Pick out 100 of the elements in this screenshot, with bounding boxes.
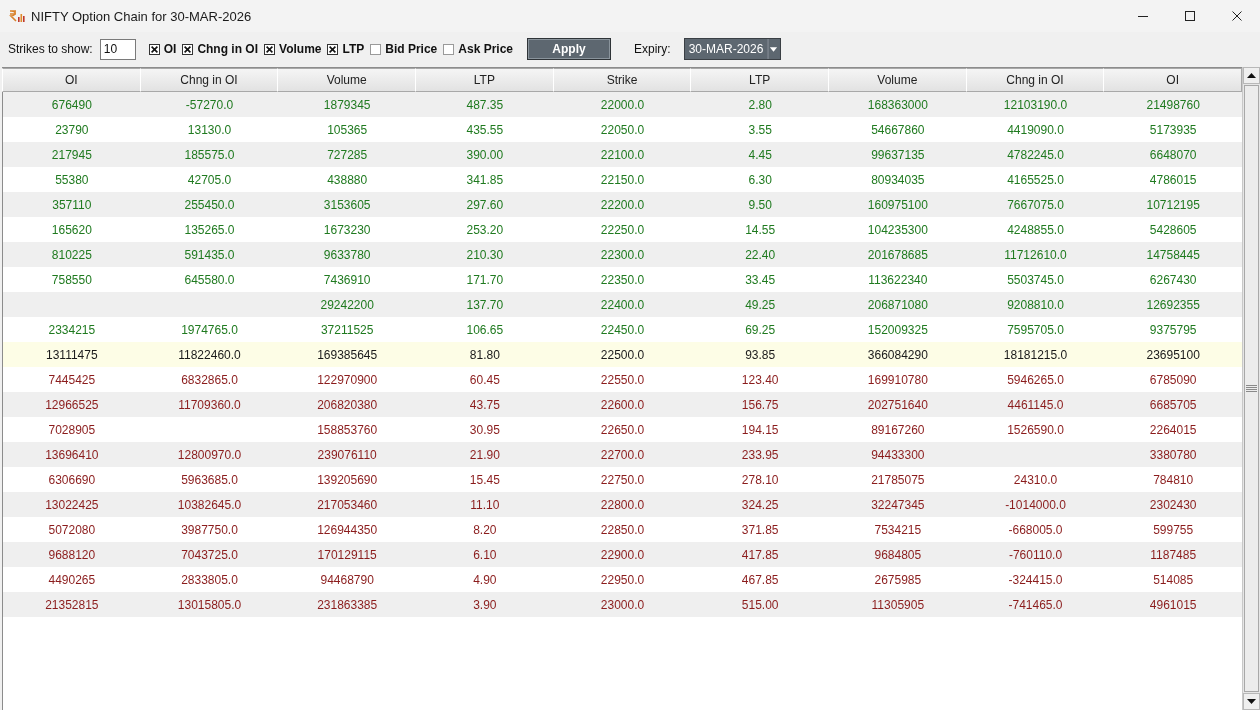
table-cell: 22750.0 — [600, 472, 645, 487]
table-cell: 255450.0 — [184, 197, 235, 212]
apply-button[interactable]: Apply — [527, 38, 611, 60]
table-cell: 14.55 — [745, 222, 776, 237]
table-cell: 5963685.0 — [181, 472, 238, 487]
table-cell: 5072080 — [48, 522, 96, 537]
table-cell: 253.20 — [466, 222, 504, 237]
column-header[interactable]: LTP — [415, 68, 554, 92]
table-cell: 15.45 — [469, 472, 500, 487]
table-cell: 169910780 — [867, 372, 928, 387]
close-icon — [1231, 11, 1242, 21]
table-cell: 69.25 — [745, 322, 776, 337]
table-cell: 2334215 — [48, 322, 96, 337]
table-cell: 22800.0 — [600, 497, 645, 512]
column-checkbox[interactable]: LTP — [327, 42, 365, 56]
table-cell: 201678685 — [867, 247, 928, 262]
scroll-down-button[interactable] — [1243, 693, 1260, 710]
table-cell: 6785090 — [1149, 372, 1197, 387]
table-cell: 10712195 — [1146, 197, 1200, 212]
table-cell: 165620 — [51, 222, 92, 237]
table-cell: 22050.0 — [600, 122, 645, 137]
table-cell: 22450.0 — [600, 322, 645, 337]
column-header[interactable]: Strike — [552, 68, 692, 92]
column-checkbox[interactable]: Ask Price — [443, 42, 513, 56]
table-cell: 9.50 — [748, 197, 772, 212]
table-cell: 42705.0 — [187, 172, 232, 187]
table-cell: 417.85 — [741, 547, 779, 562]
table-cell: 6685705 — [1149, 397, 1197, 412]
column-checkbox[interactable]: OI — [148, 42, 177, 56]
table-cell: 21.90 — [469, 447, 500, 462]
table-cell: 7436910 — [323, 272, 371, 287]
table-cell: 23000.0 — [600, 597, 645, 612]
column-header[interactable]: OI — [2, 68, 141, 92]
table-cell: 13130.0 — [187, 122, 232, 137]
minimize-icon — [1137, 15, 1148, 17]
table-cell: 2.80 — [748, 97, 772, 112]
expiry-dropdown[interactable]: 30-MAR-2026 — [683, 38, 782, 60]
table-cell: 23790 — [55, 122, 89, 137]
table-cell: 278.10 — [741, 472, 779, 487]
table-cell: 645580.0 — [184, 272, 235, 287]
table-cell: -1014000.0 — [1005, 497, 1066, 512]
table-cell: 2302430 — [1149, 497, 1197, 512]
column-checkbox[interactable]: Bid Price — [370, 42, 438, 56]
strikes-label: Strikes to show: — [8, 42, 93, 56]
table-cell: 94433300 — [871, 447, 925, 462]
column-header[interactable]: Volume — [828, 68, 967, 92]
table-cell: 11822460.0 — [178, 347, 241, 362]
table-cell: 7043725.0 — [181, 547, 238, 562]
column-header[interactable]: OI — [1103, 68, 1242, 92]
table-cell: 8.20 — [473, 522, 497, 537]
table-cell: 94468790 — [320, 572, 374, 587]
table-cell: 30.95 — [469, 422, 500, 437]
table-cell: 4248855.0 — [1007, 222, 1064, 237]
table-cell: 599755 — [1153, 522, 1194, 537]
table-cell: 170129115 — [317, 547, 377, 562]
column-header[interactable]: Volume — [277, 68, 416, 92]
table-cell: 6.30 — [748, 172, 772, 187]
table-cell: 113622340 — [868, 272, 928, 287]
table-cell: 185575.0 — [184, 147, 235, 162]
strikes-input[interactable]: 10 — [99, 38, 136, 60]
column-header[interactable]: LTP — [690, 68, 829, 92]
table-cell: 4165525.0 — [1007, 172, 1064, 187]
table-cell: 22250.0 — [600, 222, 645, 237]
scroll-up-button[interactable] — [1243, 67, 1260, 84]
table-cell: 5428605 — [1149, 222, 1197, 237]
column-header[interactable]: Chng in OI — [965, 68, 1105, 92]
table-cell: 1526590.0 — [1007, 422, 1064, 437]
table-cell: 3153605 — [323, 197, 371, 212]
table-cell: 7534215 — [874, 522, 922, 537]
table-cell: 3.55 — [748, 122, 772, 137]
table-cell: 727285 — [327, 147, 368, 162]
table-cell: 357110 — [52, 197, 92, 212]
table-cell: 22.40 — [745, 247, 776, 262]
column-checkbox[interactable]: Volume — [264, 42, 322, 56]
table-cell: 4461145.0 — [1007, 397, 1064, 412]
table-cell: 37211525 — [320, 322, 374, 337]
column-checkbox[interactable]: Chng in OI — [182, 42, 259, 56]
table-cell: 2675985 — [874, 572, 922, 587]
table-cell: 22150.0 — [600, 172, 645, 187]
table-cell: 231863385 — [317, 597, 378, 612]
table-cell: 22400.0 — [600, 297, 645, 312]
table-cell: 2264015 — [1149, 422, 1197, 437]
table-cell: 9208810.0 — [1007, 297, 1064, 312]
table-cell: 438880 — [327, 172, 368, 187]
table-cell: 22950.0 — [600, 572, 645, 587]
table-cell: 43.75 — [469, 397, 500, 412]
column-header[interactable]: Chng in OI — [139, 68, 279, 92]
table-cell: -760110.0 — [1008, 547, 1063, 562]
table-cell: 591435.0 — [184, 247, 235, 262]
scrollbar-thumb[interactable] — [1244, 85, 1259, 692]
up-arrow-icon — [1247, 73, 1256, 78]
table-cell: 171.70 — [466, 272, 504, 287]
table-cell: 81.80 — [469, 347, 500, 362]
table-cell: 22500.0 — [600, 347, 645, 362]
table-cell: 9684805 — [874, 547, 922, 562]
table-cell: 22550.0 — [600, 372, 645, 387]
table-cell: 13111475 — [46, 347, 98, 362]
table-cell: 60.45 — [469, 372, 500, 387]
table-cell: 22000.0 — [600, 97, 645, 112]
table-cell: 24310.0 — [1013, 472, 1058, 487]
